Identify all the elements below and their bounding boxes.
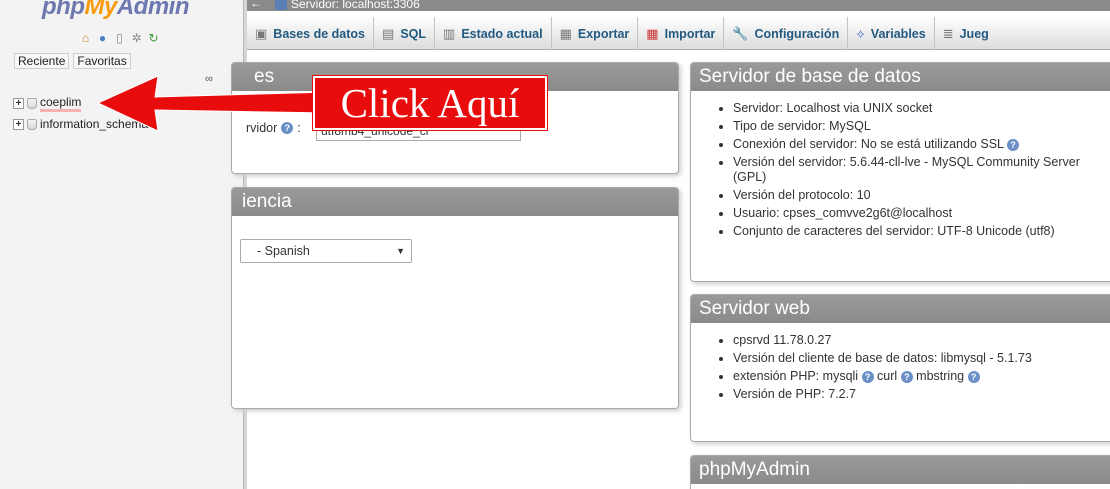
server-icon — [275, 0, 287, 10]
database-server-panel: Servidor de base de datos Servidor: Loca… — [690, 62, 1110, 282]
charsets-icon: ≣ — [942, 25, 954, 41]
collation-row: rvidor ?: — [246, 121, 301, 135]
tab-recent[interactable]: Reciente — [14, 53, 70, 69]
list-item: Versión del servidor: 5.6.44-cll-lve - M… — [733, 155, 1110, 185]
db-name[interactable]: coeplim — [40, 95, 82, 112]
top-breadcrumb-bar: ← Servidor: localhost:3306 — [247, 0, 1110, 11]
home-icon[interactable]: ⌂ — [78, 31, 93, 45]
panel-title: Servidor de base de datos — [691, 63, 1110, 91]
list-item: cpsrvd 11.78.0.27 — [733, 333, 1110, 348]
db-tree-item-coeplim[interactable]: + coeplim — [13, 95, 82, 112]
database-icon — [27, 118, 37, 130]
language-select[interactable]: - Spanish ▼ — [240, 239, 412, 263]
phpmyadmin-logo[interactable]: phpMyAdmin — [42, 0, 190, 21]
sql-icon: ▤ — [382, 25, 395, 41]
list-item: Versión del cliente de base de datos: li… — [733, 351, 1110, 366]
db-name[interactable]: information_schema — [40, 117, 148, 131]
tab-import[interactable]: ▦ Importar — [638, 17, 725, 50]
tab-variables[interactable]: ⟡ Variables — [848, 17, 935, 50]
wrench-icon: 🔧 — [732, 25, 749, 41]
list-item: Conjunto de caracteres del servidor: UTF… — [733, 224, 1110, 239]
help-icon[interactable]: ? — [861, 370, 874, 383]
tab-sql[interactable]: ▤ SQL — [374, 17, 436, 50]
database-icon — [27, 98, 37, 109]
reload-icon[interactable]: ↻ — [146, 31, 161, 45]
db-tree-item-information-schema[interactable]: + information_schema — [13, 117, 148, 131]
list-item: Versión de PHP: 7.2.7 — [733, 387, 1110, 402]
help-icon[interactable]: ? — [1007, 138, 1020, 151]
dropdown-caret-icon: ▼ — [396, 246, 405, 256]
web-server-info-list: cpsrvd 11.78.0.27 Versión del cliente de… — [691, 333, 1110, 402]
appearance-settings-panel: iencia — [231, 187, 679, 409]
recent-favorites-tabs: Reciente Favoritas — [14, 53, 131, 69]
settings-icon[interactable]: ✲ — [129, 31, 144, 45]
link-icon[interactable]: ∞ — [205, 73, 213, 85]
list-item: Versión del protocolo: 10 — [733, 188, 1110, 203]
help-icon[interactable]: ? — [967, 370, 980, 383]
docs-icon[interactable]: ▯ — [112, 31, 127, 45]
expand-icon[interactable]: + — [13, 98, 24, 109]
tab-settings[interactable]: 🔧 Configuración — [724, 17, 849, 50]
tab-databases[interactable]: ▣ Bases de datos — [247, 17, 375, 50]
export-icon: ▦ — [559, 25, 572, 41]
panel-title: iencia — [232, 188, 678, 216]
status-icon: ▥ — [443, 25, 456, 41]
db-server-info-list: Servidor: Localhost via UNIX socket Tipo… — [691, 101, 1110, 239]
help-icon[interactable]: ? — [281, 122, 294, 134]
tab-export[interactable]: ▦ Exportar — [552, 17, 639, 50]
list-item: Servidor: Localhost via UNIX socket — [733, 101, 1110, 116]
list-item: Conexión del servidor: No se está utiliz… — [733, 137, 1110, 152]
navigation-panel: phpMyAdmin ⌂ ● ▯ ✲ ↻ Reciente Favoritas … — [0, 0, 243, 489]
help-icon[interactable]: ? — [900, 370, 913, 383]
import-icon: ▦ — [646, 25, 659, 41]
click-here-callout: Click Aquí — [313, 76, 547, 130]
list-item: extensión PHP: mysqli ? curl ? mbstring … — [733, 369, 1110, 384]
panel-title: Servidor web — [691, 295, 1110, 323]
list-item: Tipo de servidor: MySQL — [733, 119, 1110, 134]
tab-charsets[interactable]: ≣ Jueg — [935, 17, 997, 50]
server-breadcrumb[interactable]: Servidor: localhost:3306 — [275, 0, 420, 11]
variables-icon: ⟡ — [856, 25, 865, 41]
info-icon[interactable]: ● — [95, 31, 110, 45]
panel-title: phpMyAdmin — [691, 456, 1110, 484]
list-item: Usuario: cpses_comvve2g6t@localhost — [733, 206, 1110, 221]
expand-icon[interactable]: + — [13, 118, 24, 130]
main-menu: ▣ Bases de datos ▤ SQL ▥ Estado actual ▦ Exp… — [247, 17, 1110, 50]
quick-icons: ⌂ ● ▯ ✲ ↻ — [78, 31, 161, 45]
web-server-panel: Servidor web cpsrvd 11.78.0.27 Versión d… — [690, 294, 1110, 442]
phpmyadmin-info-panel: phpMyAdmin — [690, 455, 1110, 489]
tab-status[interactable]: ▥ Estado actual — [435, 17, 552, 50]
tab-favorites[interactable]: Favoritas — [73, 53, 131, 69]
collation-label: rvidor — [246, 121, 278, 135]
collapse-arrow-icon[interactable]: ← — [250, 0, 262, 10]
databases-icon: ▣ — [255, 25, 268, 41]
